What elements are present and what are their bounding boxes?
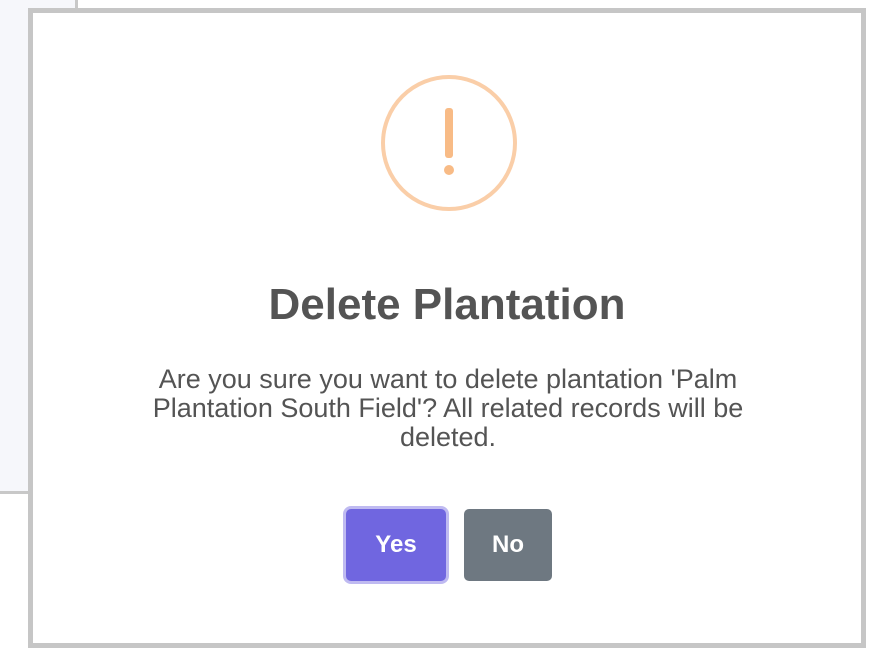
- exclamation-icon: [444, 108, 454, 175]
- no-button[interactable]: No: [464, 509, 552, 581]
- dialog-title: Delete Plantation: [268, 280, 626, 329]
- warning-icon: [381, 75, 517, 211]
- confirm-delete-dialog: Delete Plantation Are you sure you want …: [28, 8, 866, 648]
- background-page-strip: [78, 0, 871, 8]
- dialog-message: Are you sure you want to delete plantati…: [152, 364, 744, 452]
- dialog-actions: Yes No: [33, 509, 861, 581]
- yes-button[interactable]: Yes: [346, 509, 446, 581]
